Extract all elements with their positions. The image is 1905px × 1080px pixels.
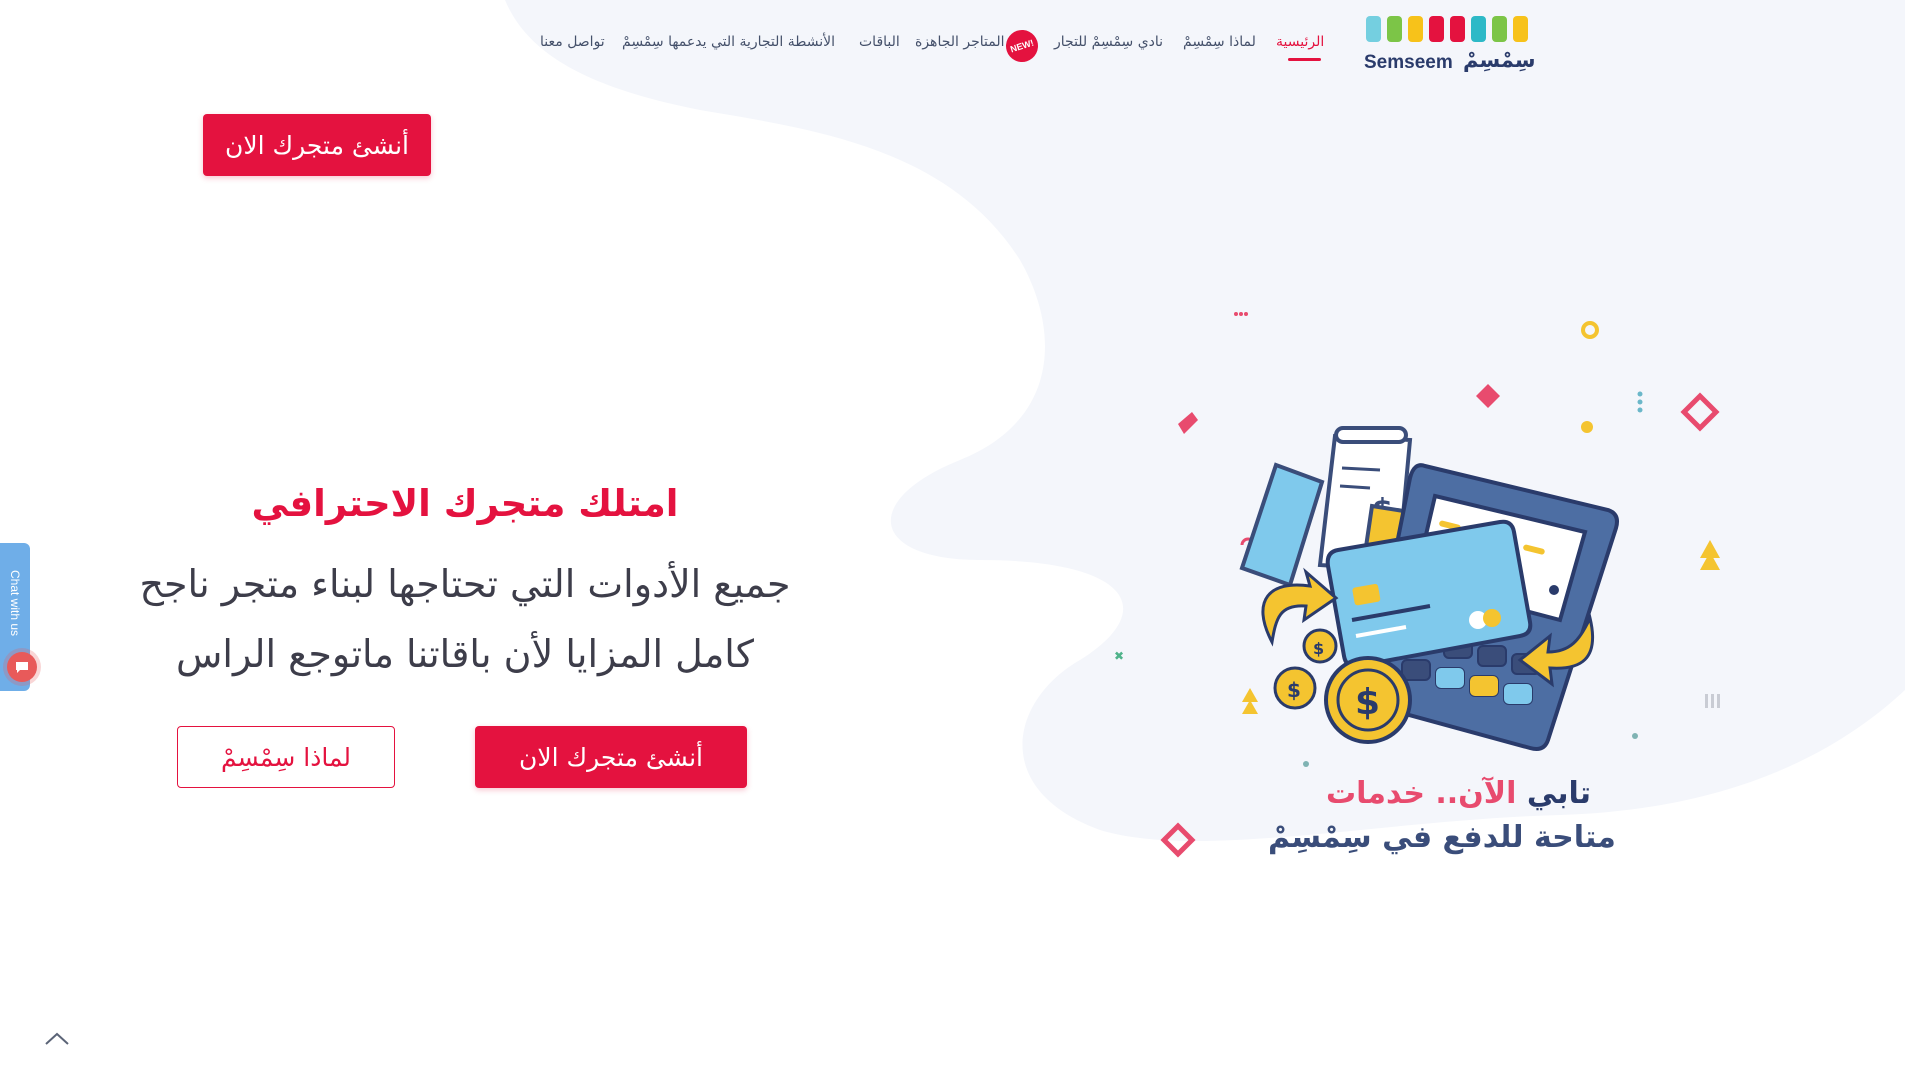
logo-bag-5 [1471,16,1486,42]
svg-text:$: $ [1287,678,1301,702]
nav-active-underline [1288,58,1321,61]
logo-bag-4 [1450,16,1465,42]
chevron-up-icon[interactable] [40,1026,74,1050]
new-badge: NEW! [1001,25,1043,67]
hero-title: امتلك متجرك الاحترافي [251,482,679,525]
promo-line1-prefix: الآن.. خدمات [1326,776,1517,811]
hero-subtitle-line2: كامل المزايا لأن باقاتنا ماتوجع الراس [176,632,754,676]
chat-bubble-icon[interactable] [7,652,37,682]
promo-brand: تابي [1526,776,1592,811]
svg-text:$: $ [1313,639,1324,658]
logo-bag-0 [1366,16,1381,42]
logo-bag-1 [1387,16,1402,42]
nav-item-why-semseem[interactable]: لماذا سِمْسِمْ [1183,34,1256,50]
logo-bag-7 [1513,16,1528,42]
nav-item-business-activities[interactable]: الأنشطة التجارية التي يدعمها سِمْسِمْ [622,34,835,50]
logo-bags [1366,16,1528,42]
nav-item-ready-stores[interactable]: المتاجر الجاهزة [915,34,1004,50]
semseem-logo[interactable]: Semseem سِمْسِمْ [1362,14,1536,78]
svg-text:$: $ [1355,682,1380,723]
hero-subtitle-line1: جميع الأدوات التي تحتاجها لبناء متجر ناج… [139,562,791,606]
nav-item-home[interactable]: الرئيسية [1276,34,1324,50]
nav-item-packages[interactable]: الباقات [859,34,900,50]
svg-text:✖: ✖ [1114,649,1124,663]
logo-bag-2 [1408,16,1423,42]
why-semseem-button[interactable]: لماذا سِمْسِمْ [177,726,395,788]
top-create-store-button[interactable]: أنشئ متجرك الان [203,114,431,176]
logo-text-en: Semseem [1364,52,1453,73]
chat-tab-label: Chat with us [8,569,22,637]
logo-bag-6 [1492,16,1507,42]
nav-item-merchants-club[interactable]: نادي سِمْسِمْ للتجار [1054,34,1163,50]
create-store-button[interactable]: أنشئ متجرك الان [475,726,747,788]
nav-item-contact[interactable]: تواصل معنا [540,34,605,50]
site-header: Semseem سِمْسِمْ الرئيسية لماذا سِمْسِمْ… [0,0,1905,90]
logo-bag-3 [1429,16,1444,42]
promo-line2: متاحة للدفع في سِمْسِمْ [1268,820,1616,855]
logo-text-ar: سِمْسِمْ [1463,48,1536,72]
promo-line1: تابي الآن.. خدمات [1326,776,1591,811]
